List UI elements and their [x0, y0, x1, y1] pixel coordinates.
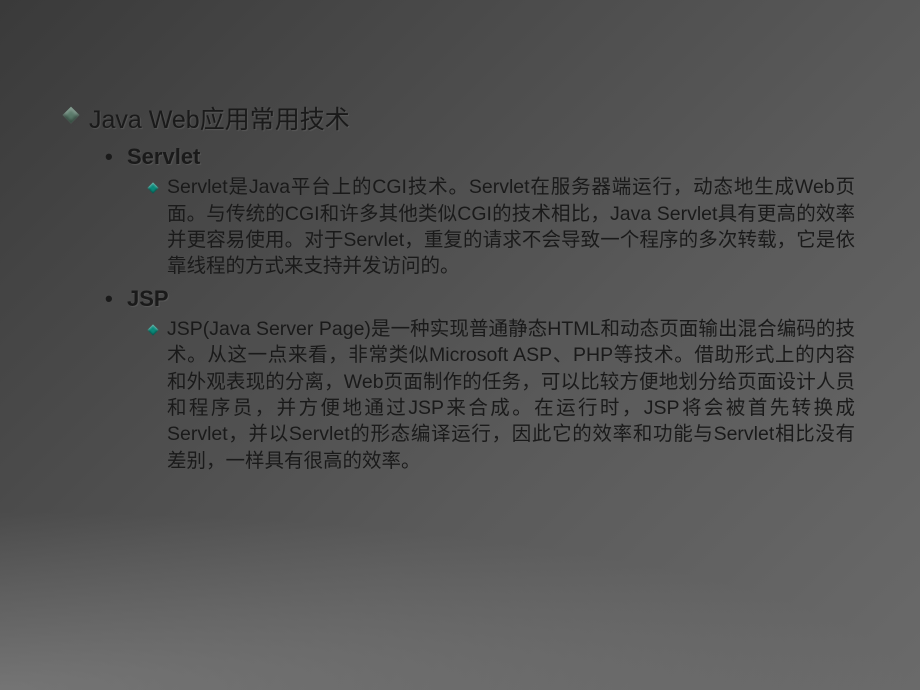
section-heading: JSP	[127, 286, 855, 312]
slide-content: Java Web应用常用技术 • Servlet Servlet是Java平台上…	[0, 0, 920, 474]
outline-level-3: JSP(Java Server Page)是一种实现普通静态HTML和动态页面输…	[149, 316, 855, 474]
section-body: JSP(Java Server Page)是一种实现普通静态HTML和动态页面输…	[167, 316, 855, 474]
section-heading-row: • JSP	[105, 286, 855, 312]
outline-level-1: Java Web应用常用技术 • Servlet Servlet是Java平台上…	[65, 100, 855, 474]
title-row: Java Web应用常用技术	[65, 100, 855, 136]
small-diamond-bullet-icon	[147, 324, 158, 335]
dot-bullet-icon: •	[105, 286, 123, 312]
section-body: Servlet是Java平台上的CGI技术。Servlet在服务器端运行，动态地…	[167, 174, 855, 279]
section-body-item: JSP(Java Server Page)是一种实现普通静态HTML和动态页面输…	[149, 316, 855, 474]
dot-bullet-icon: •	[105, 144, 123, 170]
section-body-row: Servlet是Java平台上的CGI技术。Servlet在服务器端运行，动态地…	[149, 174, 855, 279]
small-diamond-bullet-icon	[147, 183, 158, 194]
section-body-row: JSP(Java Server Page)是一种实现普通静态HTML和动态页面输…	[149, 316, 855, 474]
outline-level-2: • Servlet Servlet是Java平台上的CGI技术。Servlet在…	[105, 144, 855, 474]
section-heading-row: • Servlet	[105, 144, 855, 170]
section-body-item: Servlet是Java平台上的CGI技术。Servlet在服务器端运行，动态地…	[149, 174, 855, 279]
slide-title: Java Web应用常用技术	[89, 100, 855, 136]
section-servlet: • Servlet Servlet是Java平台上的CGI技术。Servlet在…	[105, 144, 855, 280]
title-item: Java Web应用常用技术 • Servlet Servlet是Java平台上…	[65, 100, 855, 474]
section-jsp: • JSP JSP(Java Server Page)是一种实现普通静态HTML…	[105, 286, 855, 474]
outline-level-3: Servlet是Java平台上的CGI技术。Servlet在服务器端运行，动态地…	[149, 174, 855, 279]
diamond-bullet-icon	[63, 107, 80, 124]
section-heading: Servlet	[127, 144, 855, 170]
